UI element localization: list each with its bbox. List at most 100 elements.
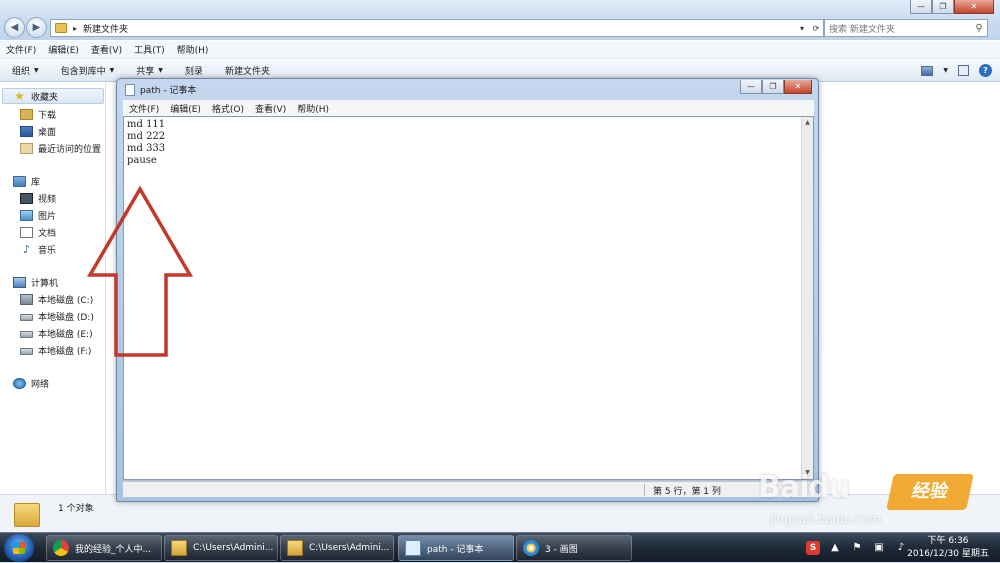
browser-icon (53, 540, 69, 556)
sidebar-item-libraries[interactable]: 库 (13, 173, 40, 189)
taskbar-item-label: 3 - 画图 (545, 544, 578, 555)
sidebar-item-label: 桌面 (38, 127, 57, 138)
explorer-menubar: 文件(F) 编辑(E) 查看(V) 工具(T) 帮助(H) (0, 41, 1000, 59)
chevron-down-icon: ▼ (158, 67, 163, 74)
notepad-content[interactable]: md 111 md 222 md 333 pause (127, 119, 165, 167)
up-arrow-annotation (86, 185, 194, 357)
sidebar-item-pictures[interactable]: 图片 (20, 207, 56, 223)
burn-label: 刻录 (184, 67, 203, 77)
taskbar-item-explorer-2[interactable]: C:\Users\Admini... (280, 535, 394, 561)
scroll-up-icon[interactable]: ▲ (802, 117, 813, 129)
preview-pane-icon[interactable] (958, 65, 969, 76)
sidebar-item-recent-places[interactable]: 最近访问的位置 (20, 140, 101, 156)
recent-places-icon (20, 142, 33, 154)
item-count: 1 个对象 (58, 504, 94, 514)
clock[interactable]: 下午 6:36 2016/12/30 星期五 (906, 535, 990, 561)
status-divider (644, 484, 645, 496)
help-icon[interactable]: ? (979, 64, 992, 77)
sidebar-item-favorites[interactable]: ★ 收藏夹 (2, 88, 104, 104)
minimize-button[interactable]: — (740, 80, 762, 94)
menu-view[interactable]: 查看(V) (91, 43, 122, 56)
sidebar-item-computer[interactable]: 计算机 (13, 274, 58, 290)
network-status-icon[interactable]: ▣ (872, 541, 886, 555)
chevron-down-icon[interactable]: ▼ (943, 67, 948, 74)
menu-edit[interactable]: 编辑(E) (48, 43, 79, 56)
taskbar: 我的经验_个人中... C:\Users\Admini... C:\Users\… (0, 532, 1000, 562)
drive-icon (20, 314, 33, 321)
sidebar-item-label: 图片 (38, 211, 57, 222)
new-folder-button[interactable]: 新建文件夹 (225, 64, 270, 77)
share-button[interactable]: 共享 ▼ (136, 64, 163, 77)
menu-view[interactable]: 查看(V) (255, 102, 286, 115)
downloads-folder-icon (20, 108, 33, 120)
address-dropdown-icon[interactable]: ▾ (795, 24, 809, 33)
menu-tools[interactable]: 工具(T) (134, 43, 165, 56)
sidebar-item-music[interactable]: ♪ 音乐 (20, 241, 56, 257)
taskbar-item-paint[interactable]: 3 - 画图 (516, 535, 632, 561)
breadcrumb[interactable]: 新建文件夹 (83, 22, 128, 35)
music-icon: ♪ (22, 242, 31, 256)
organize-button[interactable]: 组织 ▼ (12, 64, 39, 77)
change-view-icon[interactable] (921, 65, 934, 76)
taskbar-item-explorer-1[interactable]: C:\Users\Admini... (164, 535, 278, 561)
chevron-down-icon: ▼ (109, 67, 115, 74)
sidebar-item-documents[interactable]: 文档 (20, 224, 56, 240)
sidebar-item-label: 最近访问的位置 (38, 144, 102, 155)
notepad-icon (405, 540, 421, 556)
address-bar[interactable]: ▸ 新建文件夹 ▾ ⟳ (50, 19, 824, 37)
refresh-icon[interactable]: ⟳ (809, 24, 823, 33)
sidebar-item-network[interactable]: 网络 (13, 375, 49, 391)
notepad-titlebar[interactable]: path - 记事本 (125, 83, 196, 96)
menu-format[interactable]: 格式(O) (212, 102, 244, 115)
close-button[interactable]: ✕ (954, 0, 994, 14)
sidebar-item-label: 网络 (31, 379, 50, 390)
input-method-icon[interactable]: S (806, 541, 820, 555)
sidebar-item-downloads[interactable]: 下载 (20, 106, 56, 122)
close-button[interactable]: ✕ (784, 80, 812, 94)
sidebar-item-label: 音乐 (38, 245, 57, 256)
breadcrumb-separator-icon[interactable]: ▸ (73, 24, 77, 33)
menu-file[interactable]: 文件(F) (129, 102, 159, 115)
vertical-scrollbar[interactable]: ▲ ▼ (801, 117, 813, 479)
back-button[interactable]: ◀ (4, 17, 25, 38)
sidebar-item-label: 库 (31, 177, 41, 188)
explorer-titlebar: ◀ ▶ ▸ 新建文件夹 ▾ ⟳ 搜索 新建文件夹 ⚲ — ❐ ✕ (0, 0, 1000, 40)
chevron-down-icon: ▼ (34, 67, 39, 74)
notepad-title: path - 记事本 (140, 86, 197, 96)
menu-help[interactable]: 帮助(H) (297, 102, 329, 115)
sidebar-item-desktop[interactable]: 桌面 (20, 123, 56, 139)
action-center-icon[interactable]: ⚑ (850, 541, 864, 555)
menu-file[interactable]: 文件(F) (6, 43, 36, 56)
search-placeholder[interactable]: 搜索 新建文件夹 (829, 22, 971, 35)
menu-help[interactable]: 帮助(H) (177, 43, 209, 56)
search-icon[interactable]: ⚲ (971, 23, 987, 34)
star-icon: ★ (14, 88, 25, 103)
sidebar-item-videos[interactable]: 视频 (20, 190, 56, 206)
organize-label: 组织 (12, 67, 31, 77)
taskbar-item-browser[interactable]: 我的经验_个人中... (46, 535, 162, 561)
drive-icon (20, 331, 33, 338)
cursor-position: 第 5 行，第 1 列 (653, 487, 721, 497)
show-hidden-icons-icon[interactable]: ▲ (828, 541, 842, 555)
menu-edit[interactable]: 编辑(E) (170, 102, 201, 115)
desktop-icon (20, 125, 33, 137)
pictures-icon (20, 209, 33, 221)
taskbar-item-notepad[interactable]: path - 记事本 (398, 535, 514, 561)
notepad-text-area[interactable]: md 111 md 222 md 333 pause ▲ ▼ (123, 116, 814, 480)
notepad-menubar: 文件(F) 编辑(E) 格式(O) 查看(V) 帮助(H) (123, 100, 814, 116)
watermark-logo: Baidu (758, 470, 850, 505)
maximize-button[interactable]: ❐ (762, 80, 784, 94)
burn-button[interactable]: 刻录 (185, 64, 203, 77)
maximize-button[interactable]: ❐ (932, 0, 954, 14)
minimize-button[interactable]: — (910, 0, 932, 14)
document-icon (20, 226, 33, 238)
folder-icon (14, 503, 40, 527)
share-label: 共享 (136, 67, 155, 77)
folder-icon (55, 23, 67, 33)
forward-button[interactable]: ▶ (26, 17, 47, 38)
system-drive-icon (20, 293, 33, 305)
include-library-button[interactable]: 包含到库中 ▼ (61, 64, 115, 77)
start-button[interactable] (4, 534, 34, 562)
sidebar-item-label: 收藏夹 (31, 92, 59, 103)
search-input[interactable]: 搜索 新建文件夹 ⚲ (824, 19, 988, 37)
